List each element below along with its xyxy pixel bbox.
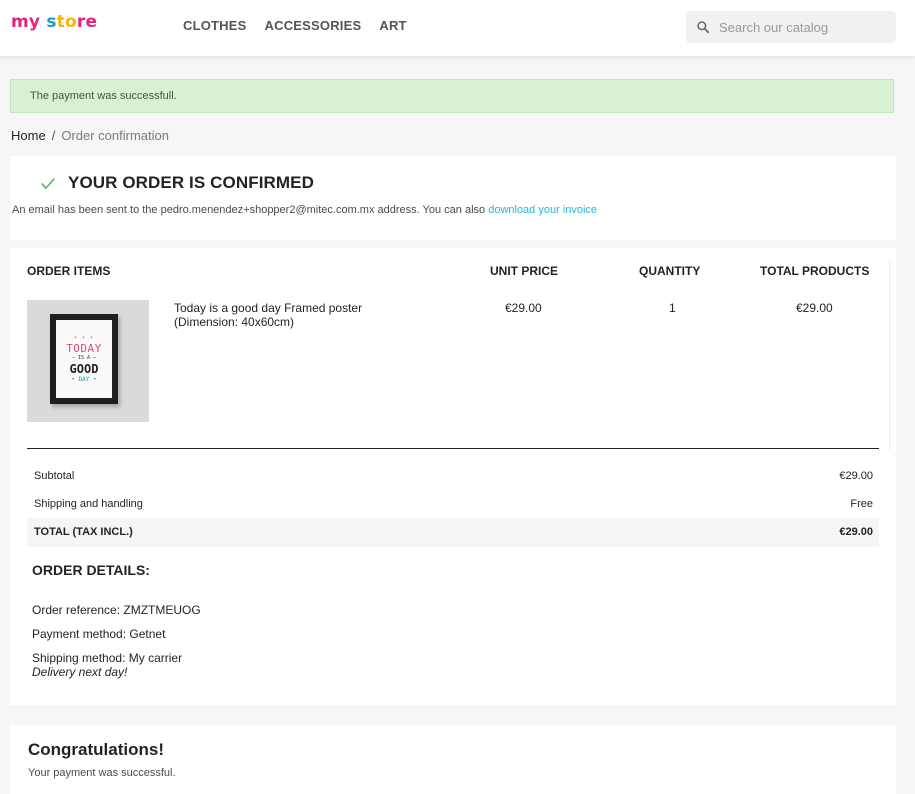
unit-price-header: UNIT PRICE (490, 264, 559, 278)
congratulations-text: Your payment was successful. (28, 767, 176, 779)
product-name: Today is a good day Framed poster (Dimen… (174, 301, 363, 329)
order-details-heading: ORDER DETAILS: (32, 562, 150, 578)
product-total: €29.00 (796, 301, 833, 315)
subtotal-label: Subtotal (34, 470, 75, 482)
store-logo[interactable]: my store (11, 12, 97, 32)
product-thumbnail[interactable]: • • • TODAY — IS A — GOOD • DAY • (27, 300, 149, 422)
subtotal-row: Subtotal €29.00 (27, 462, 879, 491)
search-icon[interactable] (696, 20, 710, 34)
total-products-header: TOTAL PRODUCTS (760, 264, 870, 278)
breadcrumb-home[interactable]: Home (11, 128, 46, 143)
shipping-label: Shipping and handling (34, 498, 143, 510)
shipping-value: Free (850, 498, 873, 510)
payment-method: Payment method: Getnet (32, 627, 166, 641)
search-input[interactable] (719, 19, 879, 35)
subtotal-value: €29.00 (839, 470, 873, 482)
payment-success-alert: The payment was successfull. (10, 79, 894, 113)
congratulations-heading: Congratulations! (28, 740, 164, 759)
nav-item-art[interactable]: ART (379, 18, 406, 33)
logo-part: my (11, 12, 41, 32)
total-row: TOTAL (TAX INCL.) €29.00 (27, 518, 879, 547)
shipping-row: Shipping and handling Free (27, 490, 879, 519)
logo-part: to (56, 12, 77, 32)
total-value: €29.00 (839, 526, 873, 538)
delivery-note: Delivery next day! (32, 665, 128, 679)
main-nav: CLOTHES ACCESSORIES ART (183, 18, 407, 33)
quantity-header: QUANTITY (639, 264, 701, 278)
order-items-card: ORDER ITEMS UNIT PRICE QUANTITY TOTAL PR… (10, 248, 896, 705)
site-header: my store CLOTHES ACCESSORIES ART (0, 0, 915, 56)
poster-text: TODAY (66, 341, 102, 355)
poster-text: GOOD (69, 361, 99, 376)
order-reference: Order reference: ZMZTMEUOG (32, 603, 201, 617)
logo-part: s (40, 12, 57, 32)
download-invoice-link[interactable]: download your invoice (488, 204, 597, 216)
confirmation-text: An email has been sent to the pedro.mene… (12, 204, 489, 216)
nav-item-clothes[interactable]: CLOTHES (183, 18, 247, 33)
check-icon (41, 178, 55, 189)
congratulations-card: Congratulations! Your payment was succes… (10, 725, 896, 794)
order-items-header: ORDER ITEMS (27, 264, 111, 278)
poster-artwork: • • • TODAY — IS A — GOOD • DAY • (56, 320, 112, 398)
product-quantity: 1 (669, 301, 676, 315)
confirmation-message: An email has been sent to the pedro.mene… (12, 204, 597, 216)
breadcrumb: Home / Order confirmation (11, 128, 169, 143)
poster-text: • DAY • (71, 375, 97, 383)
poster-text: • • • (73, 334, 95, 341)
poster-text: — IS A — (71, 354, 97, 361)
shipping-method: Shipping method: My carrier (32, 651, 183, 665)
breadcrumb-separator: / (51, 128, 56, 143)
nav-item-accessories[interactable]: ACCESSORIES (265, 18, 362, 33)
divider (889, 260, 890, 450)
order-confirmation-card: YOUR ORDER IS CONFIRMED An email has bee… (10, 156, 896, 240)
product-unit-price: €29.00 (505, 301, 542, 315)
total-label: TOTAL (TAX INCL.) (34, 526, 133, 538)
page-title: YOUR ORDER IS CONFIRMED (68, 173, 314, 192)
confirmation-heading: YOUR ORDER IS CONFIRMED (40, 173, 314, 193)
poster-frame: • • • TODAY — IS A — GOOD • DAY • (50, 314, 118, 404)
search-box[interactable] (686, 11, 896, 43)
breadcrumb-current: Order confirmation (61, 128, 169, 143)
divider (27, 448, 879, 449)
logo-part: re (76, 12, 98, 32)
